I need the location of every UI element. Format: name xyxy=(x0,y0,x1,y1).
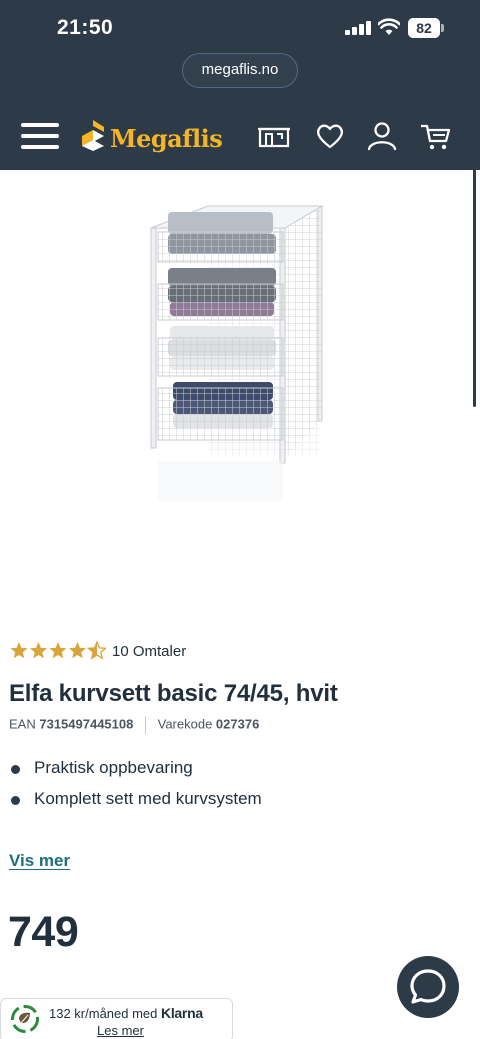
battery-level: 82 xyxy=(408,18,440,38)
code-divider xyxy=(144,716,146,734)
ean-value: 7315497445108 xyxy=(39,716,134,732)
menu-icon[interactable] xyxy=(21,122,59,150)
bullet-icon xyxy=(11,765,20,774)
basket-rack-illustration xyxy=(150,205,324,501)
rating-stars-icon xyxy=(10,641,106,660)
cart-icon[interactable] xyxy=(419,120,453,152)
feature-text: Komplett sett med kurvsystem xyxy=(34,789,262,808)
klarna-brand: Klarna xyxy=(161,1005,203,1021)
feature-text: Praktisk oppbevaring xyxy=(34,758,193,777)
bullet-icon xyxy=(11,796,20,805)
klarna-monthly-text: 132 kr/måned med xyxy=(49,1006,158,1021)
product-price: 749 xyxy=(8,908,79,956)
klarna-financing-box[interactable]: 132 kr/måned med Klarna Les mer xyxy=(0,998,233,1039)
ean-label: EAN xyxy=(9,716,36,732)
klarna-read-more-link[interactable]: Les mer xyxy=(97,1023,144,1038)
product-codes: EAN 7315497445108 Varekode 027376 xyxy=(9,716,259,734)
sku-label: Varekode xyxy=(157,716,213,732)
logo-text: Megaflis xyxy=(110,124,223,153)
battery-icon: 82 xyxy=(408,18,444,38)
url-bar[interactable]: megaflis.no xyxy=(182,53,298,88)
chat-button[interactable] xyxy=(397,956,459,1018)
review-count[interactable]: 10 Omtaler xyxy=(112,643,186,660)
sku-value: 027376 xyxy=(215,716,260,732)
feature-item: Praktisk oppbevaring xyxy=(11,758,262,789)
chat-bubble-icon xyxy=(410,969,446,1004)
status-bar: 21:50 82 xyxy=(0,0,480,56)
product-image[interactable] xyxy=(8,176,466,576)
store-icon[interactable] xyxy=(257,120,291,152)
user-icon[interactable] xyxy=(365,120,399,152)
site-header: 21:50 82 megaflis.no Megaflis xyxy=(0,0,480,170)
read-more-link[interactable]: Vis mer xyxy=(9,851,70,871)
feature-item: Komplett sett med kurvsystem xyxy=(11,789,262,820)
wifi-icon xyxy=(378,18,400,35)
status-time: 21:50 xyxy=(57,16,114,39)
recycle-leaf-icon xyxy=(11,1005,39,1033)
product-title: Elfa kurvsett basic 74/45, hvit xyxy=(9,680,338,707)
megaflis-logo[interactable]: Megaflis xyxy=(80,118,223,154)
feature-list: Praktisk oppbevaring Komplett sett med k… xyxy=(11,758,262,820)
main-nav: Megaflis xyxy=(0,110,480,162)
logo-mark-icon xyxy=(82,120,104,151)
page-scrollbar[interactable] xyxy=(473,145,476,407)
heart-icon[interactable] xyxy=(313,120,347,152)
cellular-signal-icon xyxy=(345,21,371,35)
klarna-text: 132 kr/måned med Klarna xyxy=(49,1005,203,1021)
